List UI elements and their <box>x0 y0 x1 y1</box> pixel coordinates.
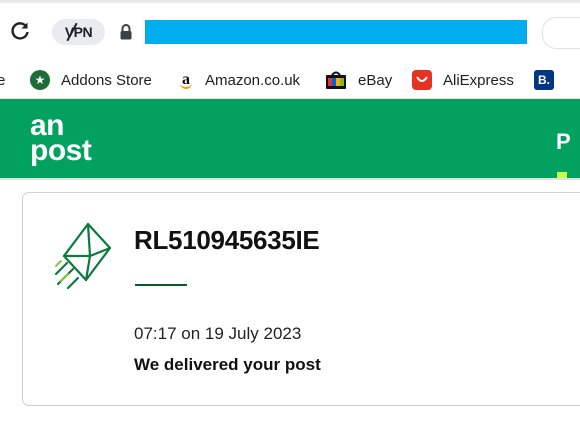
bookmarks-bar: e ★ Addons Store a Amazon.co.uk eBay Ali… <box>0 62 580 99</box>
title-accent-line <box>135 284 187 286</box>
header-divider <box>0 178 580 180</box>
bookmark-aliexpress[interactable]: AliExpress <box>412 62 514 98</box>
browser-toolbar: VPN <box>0 0 580 62</box>
bookmark-label: Addons Store <box>61 71 152 89</box>
bookmark-label: Amazon.co.uk <box>205 71 301 89</box>
vpn-button[interactable]: VPN <box>52 19 105 45</box>
tracking-number: RL510945635IE <box>134 225 320 255</box>
address-bar-extension-area <box>542 17 580 49</box>
bookmark-addons-store[interactable]: ★ Addons Store <box>30 62 152 98</box>
tracking-card: RL510945635IE 07:17 on 19 July 2023 We d… <box>22 192 580 406</box>
status-timestamp: 07:17 on 19 July 2023 <box>134 324 302 343</box>
toolbar-edge <box>0 0 580 3</box>
status-message: We delivered your post <box>134 355 321 374</box>
envelope-delivered-icon <box>54 222 112 290</box>
booking-icon: B. <box>534 70 554 90</box>
bookmark-booking[interactable]: B. <box>534 62 565 98</box>
lock-icon[interactable] <box>119 24 133 40</box>
site-header: an post P <box>0 99 580 178</box>
reload-icon[interactable] <box>8 19 32 43</box>
ebay-icon <box>326 71 346 89</box>
bookmark-label: AliExpress <box>443 71 514 89</box>
bookmark-amazon[interactable]: a Amazon.co.uk <box>178 62 300 98</box>
header-nav-cutoff[interactable]: P <box>556 129 571 155</box>
amazon-icon: a <box>178 70 194 90</box>
bookmark-cutoff[interactable]: e <box>0 62 5 98</box>
addons-store-icon: ★ <box>30 70 50 90</box>
bookmark-label: e <box>0 71 6 89</box>
an-post-logo[interactable]: an post <box>30 111 92 167</box>
bookmark-label: eBay <box>358 71 393 89</box>
aliexpress-icon <box>412 70 432 90</box>
logo-line2: post <box>30 134 92 167</box>
address-bar-redacted[interactable] <box>145 20 527 44</box>
bookmark-ebay[interactable]: eBay <box>325 62 392 98</box>
